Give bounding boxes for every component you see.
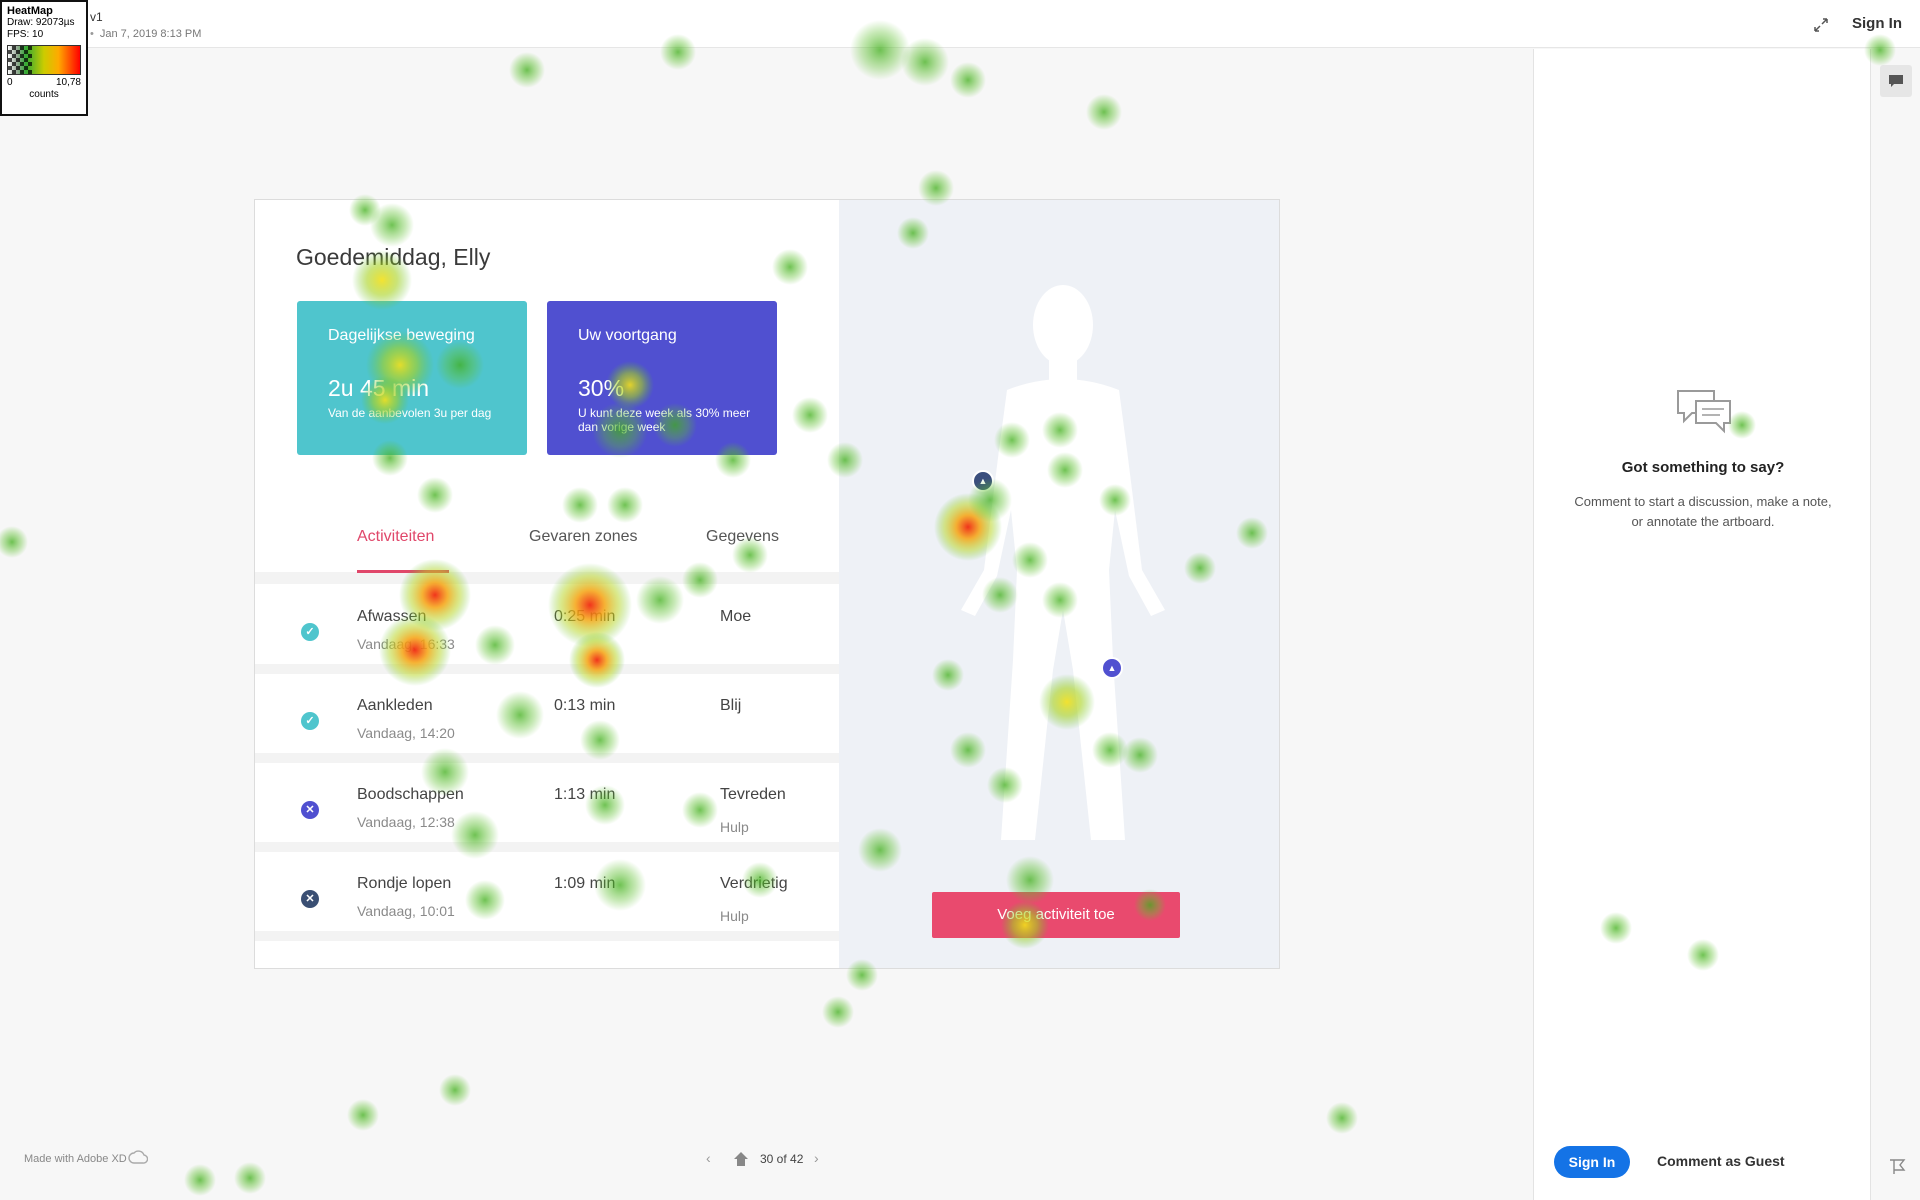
activity-row[interactable]: ✓ Aankleden Vandaag, 14:20 0:13 min Blij [255, 674, 839, 763]
check-icon: ✓ [301, 712, 319, 730]
comments-description: Comment to start a discussion, make a no… [1574, 494, 1832, 529]
activity-name: Boodschappen [357, 786, 464, 803]
activity-time: Vandaag, 12:38 [357, 814, 455, 830]
artboard: Goedemiddag, Elly Dagelijkse beweging 2u… [254, 199, 1280, 969]
chevron-left-icon[interactable]: ‹ [706, 1150, 711, 1166]
dashboard-pane: Goedemiddag, Elly Dagelijkse beweging 2u… [255, 200, 839, 968]
comments-panel: Got something to say? Comment to start a… [1533, 49, 1871, 1200]
activity-time: Vandaag, 16:33 [357, 636, 455, 652]
chevron-right-icon[interactable]: › [814, 1150, 819, 1166]
activity-mood: Verdrietig [720, 875, 788, 892]
activity-name: Aankleden [357, 697, 433, 714]
heatmap-unit: counts [29, 89, 59, 100]
body-figure-illustration [961, 285, 1165, 840]
heatmap-legend: HeatMap Draw: 92073µs FPS: 10 0 10,78 co… [0, 0, 88, 116]
add-activity-button[interactable]: Voeg activiteit toe [932, 892, 1180, 938]
activity-row[interactable]: ✕ Boodschappen Vandaag, 12:38 1:13 min T… [255, 763, 839, 852]
date-label: Jan 7, 2019 8:13 PM [90, 28, 202, 40]
creative-cloud-icon [128, 1150, 148, 1164]
card-title: Dagelijkse beweging [328, 327, 475, 344]
comment-as-guest-button[interactable]: Comment as Guest [1657, 1153, 1785, 1169]
home-icon[interactable] [732, 1150, 750, 1168]
tab-gevaren-zones[interactable]: Gevaren zones [529, 528, 638, 546]
activity-duration: 1:09 min [554, 875, 616, 892]
heatmap-title: HeatMap [7, 5, 53, 17]
card-value: 30% [578, 375, 625, 401]
activity-time: Vandaag, 10:01 [357, 903, 455, 919]
version-label: v1 [90, 10, 103, 24]
progress-card[interactable]: Uw voortgang 30% U kunt deze week als 30… [547, 301, 777, 455]
warning-marker-icon[interactable]: ▲ [972, 470, 994, 492]
warning-marker-icon[interactable]: ▲ [1101, 657, 1123, 679]
active-tab-indicator [357, 570, 449, 573]
activity-help: Hulp [720, 819, 749, 835]
close-icon: ✕ [301, 890, 319, 908]
made-with-label: Made with Adobe XD [24, 1153, 127, 1165]
activity-name: Rondje lopen [357, 875, 452, 892]
daily-movement-card[interactable]: Dagelijkse beweging 2u 45 min Van de aan… [297, 301, 527, 455]
tab-activiteiten[interactable]: Activiteiten [357, 528, 434, 546]
comment-icon[interactable] [1880, 65, 1912, 97]
heatmap-fps: FPS: 10 [7, 29, 44, 40]
activity-name: Afwassen [357, 608, 427, 625]
divider [255, 572, 839, 584]
card-value: 2u 45 min [328, 375, 430, 401]
greeting-title: Goedemiddag, Elly [296, 244, 491, 270]
check-icon: ✓ [301, 623, 319, 641]
danger-zones-pane: ▲ ▲ Voeg activiteit toe [839, 200, 1279, 968]
right-rail [1872, 49, 1920, 1200]
heatmap-max: 10,78 [55, 77, 81, 88]
activity-list: ✓ Afwassen Vandaag, 16:33 0:25 min Moe ✓… [255, 585, 839, 941]
activity-duration: 0:13 min [554, 697, 616, 714]
comments-heading: Got something to say? [1621, 459, 1785, 476]
activity-mood: Blij [720, 697, 742, 714]
activity-duration: 1:13 min [554, 786, 616, 803]
heatmap-min: 0 [7, 77, 13, 88]
activity-row[interactable]: ✓ Afwassen Vandaag, 16:33 0:25 min Moe [255, 585, 839, 674]
top-sign-in-button[interactable]: Sign In [1852, 15, 1902, 32]
comments-sign-in-button[interactable]: Sign In [1554, 1146, 1630, 1178]
activity-mood: Tevreden [720, 786, 786, 803]
activity-mood: Moe [720, 608, 752, 625]
card-description: U kunt deze week als 30% meer dan vorige… [578, 406, 751, 434]
activity-duration: 0:25 min [554, 608, 616, 625]
top-bar: v1 Jan 7, 2019 8:13 PM Sign In [0, 0, 1920, 48]
tab-gegevens[interactable]: Gegevens [706, 528, 779, 546]
card-description: Van de aanbevolen 3u per dag [328, 406, 492, 420]
heatmap-draw-time: Draw: 92073µs [7, 17, 75, 28]
close-icon: ✕ [301, 801, 319, 819]
heatmap-color-scale [7, 45, 81, 75]
activity-time: Vandaag, 14:20 [357, 725, 455, 741]
flag-icon[interactable] [1888, 1157, 1906, 1175]
activity-row[interactable]: ✕ Rondje lopen Vandaag, 10:01 1:09 min V… [255, 852, 839, 941]
tab-bar: Activiteiten Gevaren zones Gegevens [255, 520, 839, 560]
page-count: 30 of 42 [760, 1152, 804, 1166]
activity-help: Hulp [720, 908, 749, 924]
expand-icon[interactable] [1812, 16, 1830, 34]
card-title: Uw voortgang [578, 327, 677, 344]
speech-bubbles-icon [1677, 390, 1731, 434]
